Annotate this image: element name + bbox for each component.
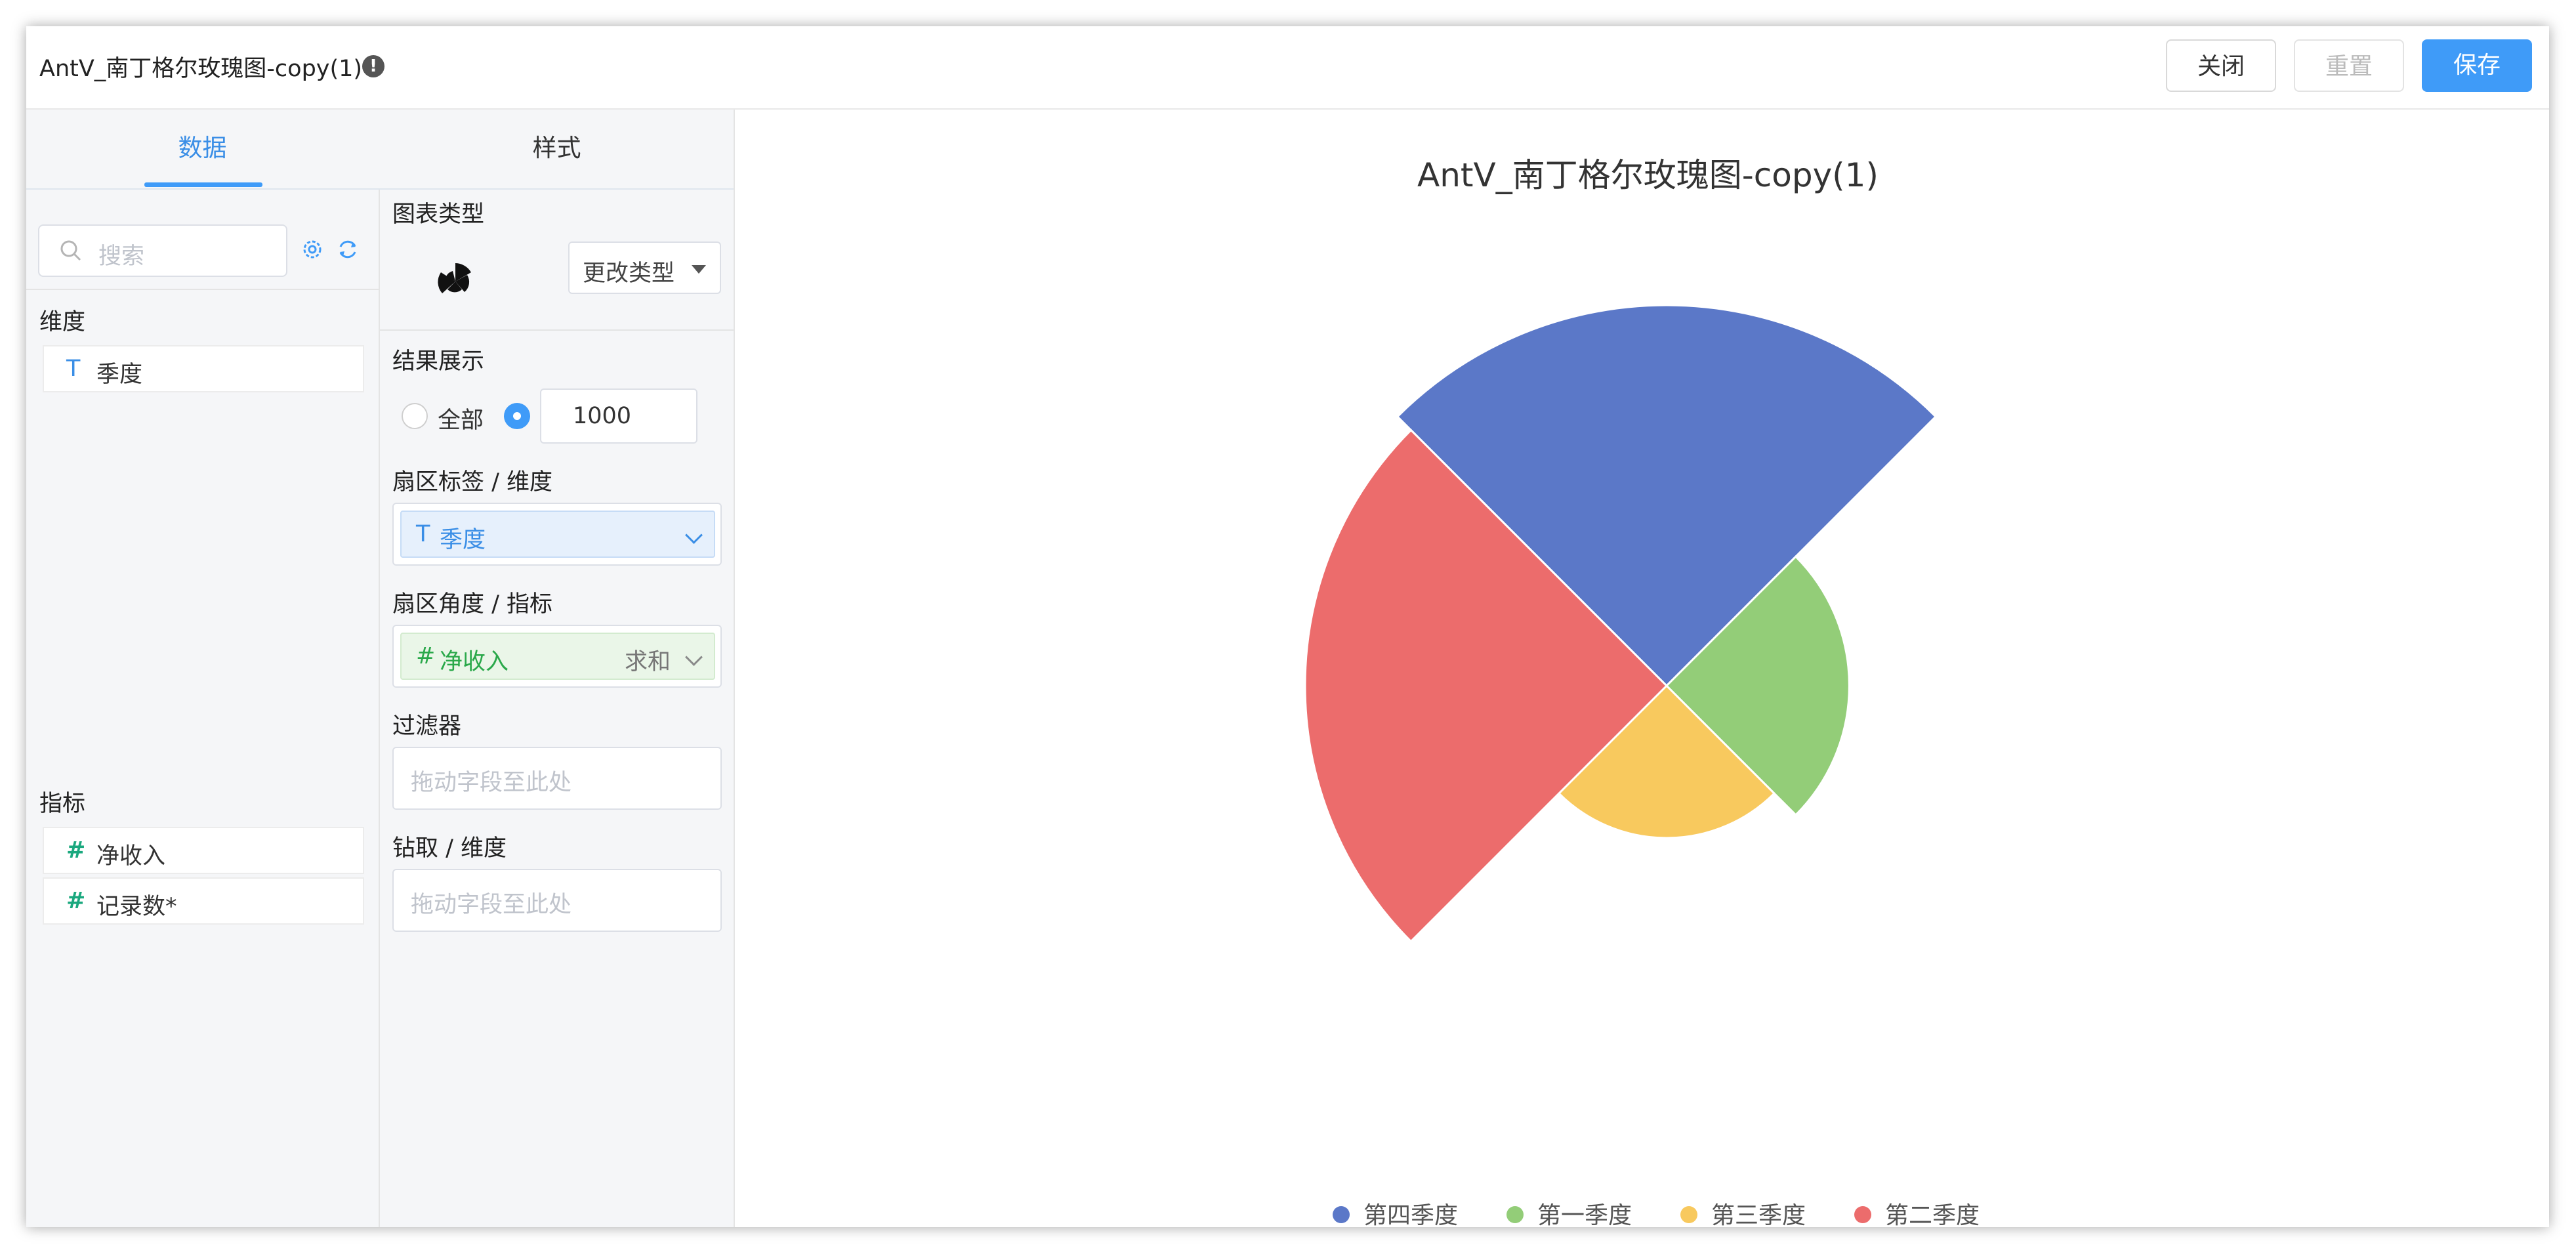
- field-name: 记录数*: [96, 894, 177, 920]
- legend-marker: [1333, 1206, 1350, 1223]
- field-item-dimension[interactable]: T 季度: [43, 345, 364, 392]
- sector-angle-title: 扇区角度 / 指标: [392, 591, 553, 618]
- result-limit-value: 1000: [573, 403, 632, 429]
- close-button[interactable]: 关闭: [2166, 39, 2276, 92]
- result-display-label: 结果展示: [392, 348, 485, 375]
- page-title: AntV_南丁格尔玫瑰图-copy(1): [39, 56, 363, 82]
- search-icon: [60, 240, 81, 261]
- number-type-icon: #: [66, 888, 86, 914]
- sector-angle-dropzone[interactable]: # 净收入 求和: [392, 625, 722, 688]
- chart-editor-window: AntV_南丁格尔玫瑰图-copy(1) ! 关闭 重置 保存 数据 样式 搜索…: [26, 26, 2549, 1227]
- filter-placeholder: 拖动字段至此处: [411, 770, 572, 796]
- pill-field-name: 季度: [440, 527, 486, 553]
- number-type-icon: #: [416, 643, 436, 669]
- reset-button[interactable]: 重置: [2294, 39, 2404, 92]
- legend-item[interactable]: 第二季度: [1854, 1202, 1980, 1227]
- chevron-down-icon[interactable]: [685, 648, 703, 666]
- rose-chart-type-icon: [438, 263, 471, 293]
- settings-icon[interactable]: [301, 238, 324, 261]
- legend-marker: [1854, 1206, 1871, 1223]
- legend-item[interactable]: 第一季度: [1506, 1202, 1632, 1227]
- filter-dropzone[interactable]: 拖动字段至此处: [392, 747, 722, 810]
- search-input[interactable]: 搜索: [38, 224, 287, 277]
- text-type-icon: T: [66, 356, 81, 382]
- panel-tabs: 数据 样式: [26, 110, 734, 190]
- chart-canvas: AntV_南丁格尔玫瑰图-copy(1) 第四季度 第一季度 第三季度 第二季度: [747, 110, 2549, 1227]
- divider: [380, 329, 734, 331]
- search-placeholder: 搜索: [98, 243, 145, 270]
- rose-chart: 第四季度 第一季度 第三季度 第二季度: [1304, 304, 1980, 1227]
- change-type-label: 更改类型: [583, 261, 675, 287]
- radio-all-label: 全部: [438, 408, 484, 434]
- drill-placeholder: 拖动字段至此处: [411, 892, 572, 918]
- legend-item[interactable]: 第三季度: [1680, 1202, 1806, 1227]
- legend-marker: [1506, 1206, 1524, 1223]
- dimension-section-label: 维度: [39, 309, 86, 335]
- aggregation-label[interactable]: 求和: [625, 643, 671, 677]
- pill-field-name: 净收入: [440, 649, 509, 675]
- radio-all[interactable]: [402, 403, 428, 429]
- chevron-down-icon[interactable]: [685, 526, 703, 544]
- field-name: 净收入: [96, 843, 166, 869]
- active-tab-indicator: [144, 182, 262, 187]
- legend-label: 第一季度: [1537, 1202, 1632, 1227]
- text-type-icon: T: [416, 521, 430, 547]
- header-bar: AntV_南丁格尔玫瑰图-copy(1) ! 关闭 重置 保存: [26, 26, 2549, 110]
- legend-marker: [1680, 1206, 1697, 1223]
- legend-label: 第三季度: [1711, 1202, 1806, 1227]
- sector-label-dropzone[interactable]: T 季度: [392, 503, 722, 566]
- result-limit-input[interactable]: 1000: [540, 388, 697, 444]
- change-type-button[interactable]: 更改类型: [568, 241, 721, 294]
- chart-type-label: 图表类型: [392, 201, 485, 228]
- save-button[interactable]: 保存: [2422, 39, 2532, 92]
- measure-section-label: 指标: [39, 791, 86, 817]
- field-item-measure[interactable]: # 记录数*: [43, 877, 364, 925]
- radio-limit[interactable]: [504, 403, 530, 429]
- caret-down-icon: [692, 265, 706, 274]
- filter-title: 过滤器: [392, 713, 462, 740]
- sector-label-title: 扇区标签 / 维度: [392, 469, 553, 495]
- field-pill-dimension[interactable]: T 季度: [400, 511, 715, 558]
- info-icon[interactable]: !: [362, 55, 384, 77]
- number-type-icon: #: [66, 837, 86, 864]
- tab-data[interactable]: 数据: [26, 110, 379, 187]
- field-item-measure[interactable]: # 净收入: [43, 827, 364, 874]
- field-panel: [26, 110, 380, 1227]
- field-pill-measure[interactable]: # 净收入 求和: [400, 633, 715, 680]
- legend-item[interactable]: 第四季度: [1333, 1202, 1458, 1227]
- drill-title: 钻取 / 维度: [392, 835, 507, 862]
- field-name: 季度: [96, 362, 143, 388]
- drill-dropzone[interactable]: 拖动字段至此处: [392, 869, 722, 932]
- legend-label: 第四季度: [1363, 1202, 1458, 1227]
- refresh-icon[interactable]: [336, 238, 360, 261]
- divider: [26, 289, 379, 290]
- legend-label: 第二季度: [1885, 1202, 1980, 1227]
- tab-style[interactable]: 样式: [380, 110, 734, 187]
